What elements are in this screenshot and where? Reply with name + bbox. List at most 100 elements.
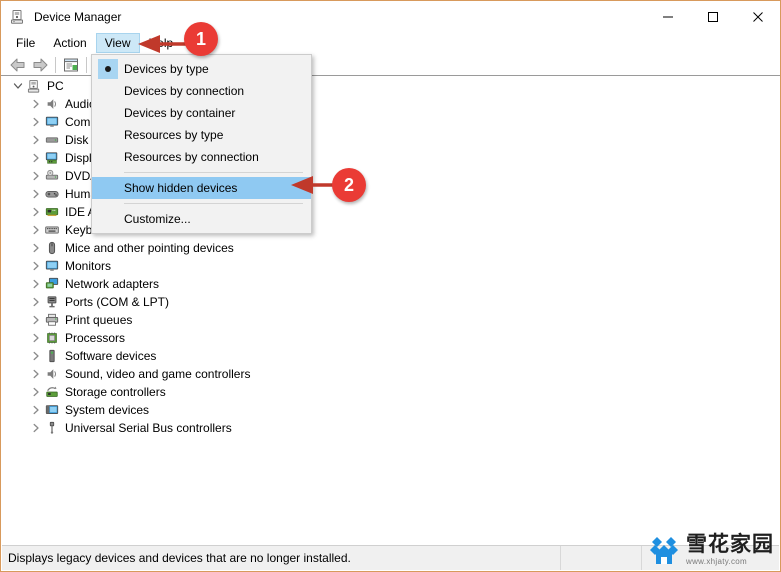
status-message: Displays legacy devices and devices that…	[2, 546, 561, 570]
chevron-right-icon[interactable]	[28, 423, 44, 433]
computer-icon	[26, 78, 42, 94]
menu-item-label: Show hidden devices	[124, 181, 238, 195]
properties-button[interactable]	[60, 55, 82, 75]
port-icon	[44, 294, 60, 310]
chevron-right-icon[interactable]	[28, 99, 44, 109]
close-button[interactable]	[735, 1, 780, 32]
keyboard-icon	[44, 222, 60, 238]
menu-separator	[124, 172, 303, 173]
tree-item-label: Ports (COM & LPT)	[65, 295, 170, 309]
chevron-right-icon[interactable]	[28, 279, 44, 289]
chevron-right-icon[interactable]	[28, 369, 44, 379]
usb-icon	[44, 420, 60, 436]
monitor-icon	[44, 258, 60, 274]
software-device-icon	[44, 348, 60, 364]
menu-item-label: Devices by connection	[124, 84, 245, 98]
chevron-right-icon[interactable]	[28, 333, 44, 343]
watermark-name: 雪花家园	[686, 533, 774, 556]
tree-root-label: PC	[47, 79, 64, 93]
menu-item-devices-by-type[interactable]: Devices by type	[92, 58, 311, 80]
menu-bar: File Action View Help	[1, 32, 780, 54]
menu-item-label: Devices by type	[124, 62, 209, 76]
chevron-right-icon[interactable]	[28, 225, 44, 235]
tree-item-label: Universal Serial Bus controllers	[65, 421, 232, 435]
menu-gutter	[92, 146, 124, 168]
watermark-url: www.xhjaty.com	[686, 557, 747, 566]
menu-item-show-hidden-devices[interactable]: Show hidden devices	[92, 177, 311, 199]
minimize-button[interactable]	[645, 1, 690, 32]
action-menu-button[interactable]: Action	[44, 33, 95, 53]
chevron-right-icon[interactable]	[28, 405, 44, 415]
tree-item-label: Print queues	[65, 313, 133, 327]
menu-item-devices-by-container[interactable]: Devices by container	[92, 102, 311, 124]
tree-item[interactable]: Network adapters	[2, 275, 780, 293]
view-dropdown-menu: Devices by type Devices by connection De…	[91, 54, 312, 234]
tree-item-label: Software devices	[65, 349, 157, 363]
tree-item[interactable]: Software devices	[2, 347, 780, 365]
chevron-right-icon[interactable]	[28, 171, 44, 181]
tree-item[interactable]: Mice and other pointing devices	[2, 239, 780, 257]
menu-gutter	[92, 80, 124, 102]
mouse-icon	[44, 240, 60, 256]
speaker-icon	[44, 366, 60, 382]
menu-item-resources-by-type[interactable]: Resources by type	[92, 124, 311, 146]
gamepad-icon	[44, 186, 60, 202]
tree-item[interactable]: Print queues	[2, 311, 780, 329]
controller-card-icon	[44, 204, 60, 220]
menu-gutter	[92, 124, 124, 146]
view-menu-button[interactable]: View	[95, 33, 140, 53]
radio-selected-icon	[92, 58, 124, 80]
menu-item-customize[interactable]: Customize...	[92, 208, 311, 230]
menu-item-devices-by-connection[interactable]: Devices by connection	[92, 80, 311, 102]
tree-item-label: Network adapters	[65, 277, 160, 291]
chevron-right-icon[interactable]	[28, 243, 44, 253]
tree-item[interactable]: Universal Serial Bus controllers	[2, 419, 780, 437]
chevron-right-icon[interactable]	[28, 117, 44, 127]
back-button[interactable]	[7, 55, 29, 75]
chevron-right-icon[interactable]	[28, 387, 44, 397]
menu-gutter	[92, 177, 124, 199]
snowflake-home-logo-icon	[650, 537, 678, 564]
system-device-icon	[44, 402, 60, 418]
annotation-marker-2: 2	[332, 168, 366, 202]
chevron-down-icon[interactable]	[10, 81, 26, 91]
chevron-right-icon[interactable]	[28, 261, 44, 271]
menu-item-label: Resources by type	[124, 128, 224, 142]
watermark: 雪花家园 www.xhjaty.com	[646, 533, 774, 567]
menu-item-label: Devices by container	[124, 106, 236, 120]
file-menu-button[interactable]: File	[7, 33, 44, 53]
device-manager-icon	[10, 9, 26, 25]
tree-item[interactable]: System devices	[2, 401, 780, 419]
menu-item-label: Customize...	[124, 212, 191, 226]
tree-item[interactable]: Storage controllers	[2, 383, 780, 401]
display-adapter-icon	[44, 150, 60, 166]
status-panel-2	[561, 546, 642, 570]
printer-icon	[44, 312, 60, 328]
window-title: Device Manager	[34, 9, 122, 24]
chevron-right-icon[interactable]	[28, 297, 44, 307]
menu-separator-2	[124, 203, 303, 204]
cpu-icon	[44, 330, 60, 346]
chevron-right-icon[interactable]	[28, 207, 44, 217]
device-manager-window: Device Manager File Action View Help	[0, 0, 781, 572]
monitor-icon	[44, 114, 60, 130]
chevron-right-icon[interactable]	[28, 351, 44, 361]
forward-button[interactable]	[29, 55, 51, 75]
title-bar: Device Manager	[1, 1, 780, 32]
tree-item[interactable]: Processors	[2, 329, 780, 347]
tree-item[interactable]: Monitors	[2, 257, 780, 275]
storage-controller-icon	[44, 384, 60, 400]
chevron-right-icon[interactable]	[28, 189, 44, 199]
menu-gutter	[92, 102, 124, 124]
maximize-button[interactable]	[690, 1, 735, 32]
tree-item-label: Sound, video and game controllers	[65, 367, 251, 381]
tree-item[interactable]: Ports (COM & LPT)	[2, 293, 780, 311]
menu-item-label: Resources by connection	[124, 150, 259, 164]
tree-item-label: Mice and other pointing devices	[65, 241, 234, 255]
tree-item[interactable]: Sound, video and game controllers	[2, 365, 780, 383]
chevron-right-icon[interactable]	[28, 135, 44, 145]
chevron-right-icon[interactable]	[28, 153, 44, 163]
chevron-right-icon[interactable]	[28, 315, 44, 325]
tree-item-label: System devices	[65, 403, 150, 417]
menu-item-resources-by-connection[interactable]: Resources by connection	[92, 146, 311, 168]
